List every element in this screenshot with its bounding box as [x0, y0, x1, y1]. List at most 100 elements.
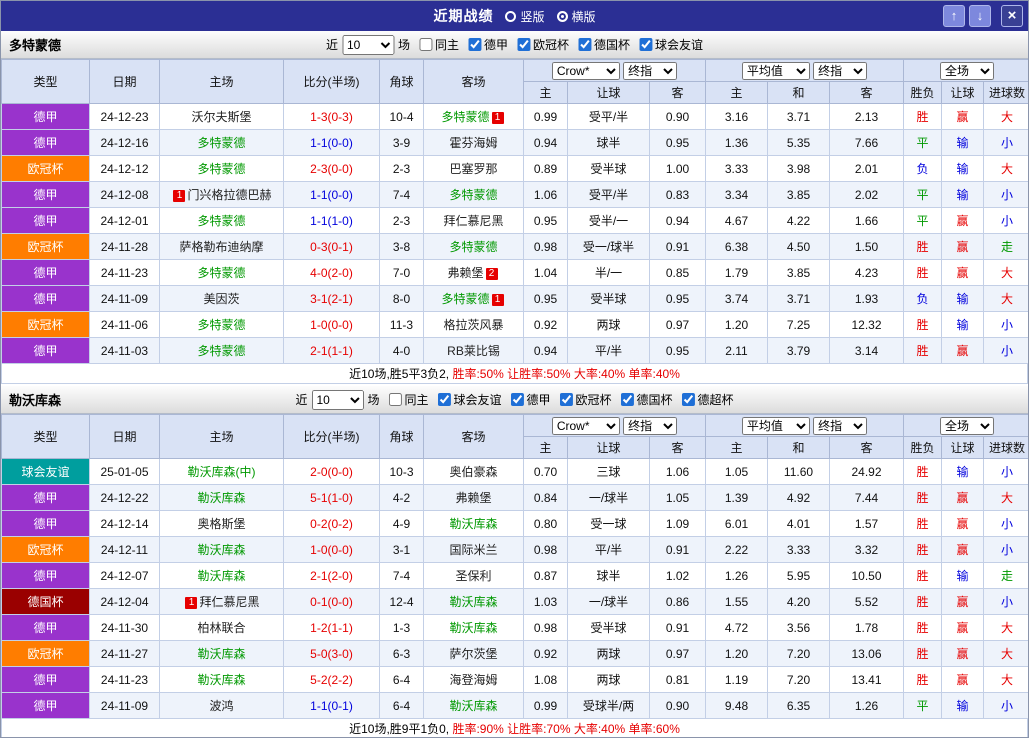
league-filter-checkbox[interactable]: 球会友谊 [639, 36, 703, 53]
asia-home-odds: 0.98 [523, 233, 568, 260]
corner-count: 7-4 [379, 181, 424, 208]
league-filter-checkbox[interactable]: 德国杯 [578, 36, 630, 53]
league-filter-checkbox-input[interactable] [467, 38, 481, 51]
result-outcome: 胜 [903, 666, 942, 693]
opponent-team-name: 萨尔茨堡 [449, 647, 498, 661]
fulltime-select[interactable]: 全场 [940, 416, 994, 435]
layout-radio-horizontal[interactable]: 横版 [556, 8, 596, 25]
asia-handicap: 受半/一 [567, 207, 650, 234]
summary-segment: 大率:40% [570, 367, 626, 381]
league-filter-checkbox[interactable]: 德甲 [510, 391, 551, 408]
home-team: 多特蒙德 [159, 129, 284, 156]
layout-radio-vertical[interactable]: 竖版 [505, 8, 545, 25]
asia-handicap: 两球 [567, 640, 650, 667]
away-team: 多特蒙德 [423, 181, 524, 208]
asia-handicap: 三球 [567, 458, 650, 485]
league-filter-checkbox[interactable]: 欧冠杯 [559, 391, 612, 408]
euro-stage-select[interactable]: 终指 [813, 61, 868, 80]
asia-stage-select[interactable]: 终指 [623, 61, 678, 80]
result-outcome: 胜 [903, 458, 942, 485]
away-team: 圣保利 [423, 562, 524, 589]
away-team: 萨尔茨堡 [423, 640, 524, 667]
same-home-checkbox[interactable]: 同主 [388, 391, 428, 408]
opponent-team-name: 拜仁慕尼黑 [443, 214, 504, 228]
summary-segment: 胜率:50% [452, 367, 504, 381]
league-filter-checkbox-input[interactable] [510, 393, 524, 406]
euro-draw-odds: 5.35 [767, 129, 830, 156]
close-button[interactable]: × [1001, 5, 1023, 27]
opponent-team-name: 国际米兰 [449, 543, 498, 557]
match-date: 24-12-22 [89, 484, 160, 511]
league-filter-checkbox-input[interactable] [578, 38, 592, 51]
league-filter-checkbox[interactable]: 德超杯 [681, 391, 734, 408]
asia-away-odds: 1.02 [649, 562, 706, 589]
euro-avg-select[interactable]: 平均值 [741, 61, 810, 80]
euro-draw-odds: 3.71 [767, 285, 830, 312]
result-goals: 大 [983, 103, 1028, 130]
summary-segment: 大率:40% [570, 722, 626, 736]
sub-col-result: 胜负 [903, 436, 942, 459]
match-row: 欧冠杯 24-11-28 萨格勒布迪纳摩 0-3(0-1) 3-8 多特蒙德 0.98 受一/… [1, 233, 1028, 260]
league-filter-checkbox[interactable]: 德国杯 [620, 391, 673, 408]
asia-handicap: 受球半/两 [567, 692, 650, 719]
match-row: 德甲 24-12-22 勒沃库森 5-1(1-0) 4-2 弗赖堡 0.84 一/球半 1.05… [1, 484, 1028, 511]
asia-home-odds: 0.98 [523, 536, 568, 563]
euro-away-odds: 7.44 [829, 484, 904, 511]
euro-draw-odds: 3.79 [767, 337, 830, 364]
league-filter-checkbox-input[interactable] [681, 393, 695, 406]
sub-col-result: 胜负 [903, 81, 942, 104]
result-goals: 大 [983, 640, 1028, 667]
euro-away-odds: 7.66 [829, 129, 904, 156]
focal-team-name: 多特蒙德 [441, 292, 490, 306]
league-filter-checkbox[interactable]: 欧冠杯 [517, 36, 569, 53]
same-home-checkbox-input[interactable] [388, 393, 402, 406]
match-score: 3-1(2-1) [283, 285, 380, 312]
fulltime-select[interactable]: 全场 [940, 61, 994, 80]
move-down-button[interactable]: ↓ [969, 5, 991, 27]
league-filter-checkbox-input[interactable] [559, 393, 573, 406]
result-handicap: 输 [941, 285, 984, 312]
recent-count-select[interactable]: 10 [311, 389, 364, 410]
league-filter-checkbox[interactable]: 德甲 [467, 36, 508, 53]
euro-stage-select[interactable]: 终指 [813, 416, 868, 435]
league-badge: 德甲 [1, 666, 90, 693]
league-badge: 德甲 [1, 103, 90, 130]
same-home-checkbox-input[interactable] [418, 38, 432, 51]
euro-draw-odds: 5.95 [767, 562, 830, 589]
same-home-checkbox[interactable]: 同主 [418, 36, 459, 53]
match-row: 欧冠杯 24-12-11 勒沃库森 1-0(0-0) 3-1 国际米兰 0.98 平/半 0.9… [1, 536, 1028, 563]
asia-home-odds: 0.84 [523, 484, 568, 511]
asia-stage-select[interactable]: 终指 [623, 416, 678, 435]
league-filter-checkbox-input[interactable] [620, 393, 634, 406]
corner-count: 11-3 [379, 311, 424, 338]
match-row: 德甲 24-11-03 多特蒙德 2-1(1-1) 4-0 RB莱比锡 0.94 平/半 0.9… [1, 337, 1028, 364]
asia-home-odds: 0.92 [523, 640, 568, 667]
col-header-score: 比分(半场) [283, 414, 380, 459]
result-outcome: 平 [903, 207, 942, 234]
euro-avg-select[interactable]: 平均值 [741, 416, 810, 435]
bookmaker-select[interactable]: Crow* [551, 61, 620, 80]
home-team: 沃尔夫斯堡 [159, 103, 284, 130]
title-group: 近期战绩 竖版 横版 [433, 6, 595, 26]
move-up-button[interactable]: ↑ [943, 5, 965, 27]
recent-count-select[interactable]: 10 [341, 34, 394, 55]
bookmaker-select[interactable]: Crow* [551, 416, 620, 435]
result-handicap: 输 [941, 562, 984, 589]
league-filter-checkbox[interactable]: 球会友谊 [437, 391, 502, 408]
home-team: 萨格勒布迪纳摩 [159, 233, 284, 260]
league-filter-checkbox-label: 德国杯 [636, 393, 673, 407]
home-team: 美因茨 [159, 285, 284, 312]
asia-away-odds: 1.05 [649, 484, 706, 511]
result-outcome: 平 [903, 692, 942, 719]
euro-draw-odds: 3.71 [767, 103, 830, 130]
match-row: 德甲 24-12-23 沃尔夫斯堡 1-3(0-3) 10-4 多特蒙德 1 0.99 受平/半… [1, 103, 1028, 130]
euro-away-odds: 1.78 [829, 614, 904, 641]
match-date: 24-11-27 [89, 640, 160, 667]
match-date: 24-12-12 [89, 155, 160, 182]
league-filter-checkbox-input[interactable] [639, 38, 653, 51]
league-filter-checkbox-input[interactable] [517, 38, 531, 51]
league-badge: 德甲 [1, 614, 90, 641]
league-filter-checkbox-input[interactable] [437, 393, 451, 406]
focal-team-name: 勒沃库森 [449, 595, 498, 609]
corner-count: 3-9 [379, 129, 424, 156]
